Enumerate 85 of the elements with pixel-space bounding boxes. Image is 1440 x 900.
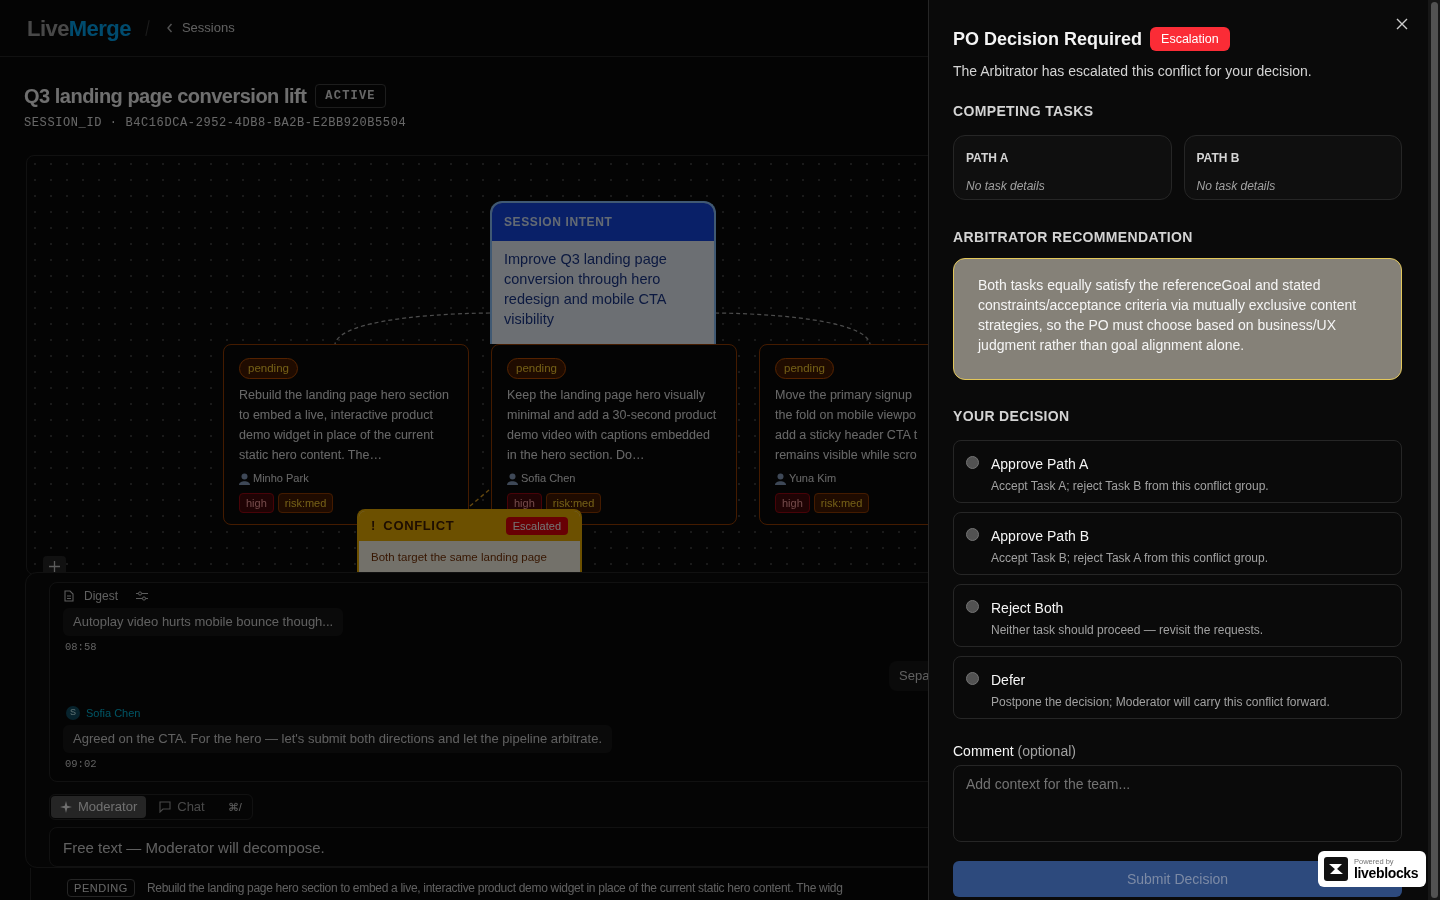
tag: high xyxy=(239,492,274,514)
breadcrumb-link[interactable]: Sessions xyxy=(181,18,235,38)
drawer-subtitle: The Arbitrator has escalated this conflict for your decision. xyxy=(953,62,1313,81)
radio-button[interactable] xyxy=(966,600,979,613)
intent-node[interactable]: SESSION INTENT Improve Q3 landing page conversion through hero redesign and mobile CTA visibility xyxy=(490,201,716,344)
message-bubble: Agreed on the CTA. For the hero — let's submit both directions and let the pipeline arbitrate. xyxy=(63,725,613,753)
conflict-text: Both target the same landing page xyxy=(370,550,548,565)
task-text: the fold on mobile viewpo xyxy=(775,407,918,425)
message-time: 08:58 xyxy=(64,639,97,655)
task-text: add a sticky header CTA t xyxy=(775,427,919,445)
task-text: Keep the landing page hero visually minimal and add a 30-second product demo video with captions embedded in the hero section. Do… xyxy=(507,387,718,465)
option-title: Defer xyxy=(991,671,1027,689)
escalation-badge: Escalation xyxy=(1150,26,1230,52)
escalated-badge: Escalated xyxy=(505,516,568,536)
logo-icon xyxy=(1324,857,1348,881)
person-icon xyxy=(507,472,518,485)
chat-icon xyxy=(159,801,172,813)
assignee-name: Yuna Kim xyxy=(789,471,837,487)
plus-icon xyxy=(49,560,60,572)
add-button[interactable] xyxy=(43,556,66,574)
filter-icon[interactable] xyxy=(136,591,148,601)
person-icon xyxy=(775,472,786,485)
keyboard-shortcut: ⌘/ xyxy=(227,799,242,815)
status-badge: ACTIVE xyxy=(315,84,386,108)
mode-tab[interactable]: Moderator xyxy=(51,796,147,818)
status-badge: PENDING xyxy=(67,878,135,898)
path-detail: No task details xyxy=(1196,178,1277,195)
assignee-name: Minho Park xyxy=(253,471,309,487)
option-description: Postpone the decision; Moderator will carry this conflict forward. xyxy=(991,694,1330,711)
recommendation-box: Both tasks equally satisfy the referenceGoal and stated constraints/acceptance criteria via mutually exclusive content strategies, so the PO must choose based on business/UX judgment rather than goal alignment alone. xyxy=(953,258,1402,380)
path-label: PATH B xyxy=(1196,150,1241,167)
person-icon xyxy=(239,472,250,485)
scrollbar-thumb[interactable] xyxy=(1430,2,1438,898)
comment-label: Comment (optional) xyxy=(953,742,1077,761)
decision-option[interactable]: Approve Path A Accept Task A; reject Task B from this conflict group. xyxy=(953,440,1402,503)
task-text: remains visible while scro xyxy=(775,447,918,465)
section-heading: ARBITRATOR RECOMMENDATION xyxy=(953,228,1194,247)
option-description: Neither task should proceed — revisit the requests. xyxy=(991,622,1264,639)
connector-line xyxy=(469,489,490,507)
status-pill: pending xyxy=(239,358,298,380)
intent-text: Improve Q3 landing page conversion through hero redesign and mobile CTA visibility xyxy=(503,250,668,329)
digest-tab[interactable]: Digest xyxy=(64,587,126,605)
status-pill: pending xyxy=(775,358,834,380)
task-summary: Rebuild the landing page hero section to embed a live, interactive product demo widget in place of the current static hero content. The widg xyxy=(146,880,843,897)
option-title: Reject Both xyxy=(991,599,1065,617)
decision-option[interactable]: Defer Postpone the decision; Moderator will carry this conflict forward. xyxy=(953,656,1402,719)
composer-field[interactable]: Free text — Moderator will decompose. xyxy=(49,827,928,867)
author-name: Sofia Chen xyxy=(86,705,141,721)
section-heading: COMPETING TASKS xyxy=(953,102,1095,121)
close-icon[interactable] xyxy=(1396,18,1408,30)
radio-button[interactable] xyxy=(966,456,979,469)
decision-option[interactable]: Approve Path B Accept Task B; reject Task A from this conflict group. xyxy=(953,512,1402,575)
option-title: Approve Path B xyxy=(991,527,1091,545)
session-title: Q3 landing page conversion lift xyxy=(24,84,307,109)
intent-header: SESSION INTENT xyxy=(492,203,714,241)
task-text: Move the primary signup xyxy=(775,387,913,405)
avatar: S xyxy=(66,706,80,720)
mode-tab[interactable]: Chat xyxy=(150,796,214,818)
decision-option[interactable]: Reject Both Neither task should proceed — revisit the requests. xyxy=(953,584,1402,647)
tag: risk:med xyxy=(813,492,870,514)
sparkle-icon xyxy=(60,801,72,813)
section-heading: YOUR DECISION xyxy=(953,407,1071,426)
tag: risk:med xyxy=(545,492,602,514)
status-pill: pending xyxy=(507,358,566,380)
session-id: SESSION_ID · B4C16DCA-2952-4DB8-BA2B-E2BB920B5504 xyxy=(24,115,408,130)
option-description: Accept Task B; reject Task A from this conflict group. xyxy=(991,550,1268,567)
message-time: 09:02 xyxy=(64,756,97,772)
chevron-left-icon xyxy=(165,23,174,33)
path-label: PATH A xyxy=(966,150,1010,167)
task-text: Rebuild the landing page hero section to embed a live, interactive product demo widget in place of the current static hero content. The… xyxy=(239,387,450,465)
assignee-name: Sofia Chen xyxy=(521,471,576,487)
message-bubble: Autoplay video hurts mobile bounce though... xyxy=(63,608,344,636)
comment-field[interactable]: Add context for the team... xyxy=(953,765,1402,842)
option-title: Approve Path A xyxy=(991,455,1090,473)
tag: high xyxy=(775,492,810,514)
conflict-node[interactable]: ! CONFLICT Escalated Both target the same landing page xyxy=(357,509,582,574)
drawer-title: PO Decision Required xyxy=(953,27,1143,51)
app-logo[interactable]: LiveMerge xyxy=(27,11,131,45)
radio-button[interactable] xyxy=(966,528,979,541)
radio-button[interactable] xyxy=(966,672,979,685)
path-detail: No task details xyxy=(966,178,1046,195)
option-description: Accept Task A; reject Task B from this conflict group. xyxy=(991,478,1269,495)
tag: risk:med xyxy=(277,492,334,514)
document-icon xyxy=(64,590,74,602)
canvas[interactable] xyxy=(26,155,928,575)
